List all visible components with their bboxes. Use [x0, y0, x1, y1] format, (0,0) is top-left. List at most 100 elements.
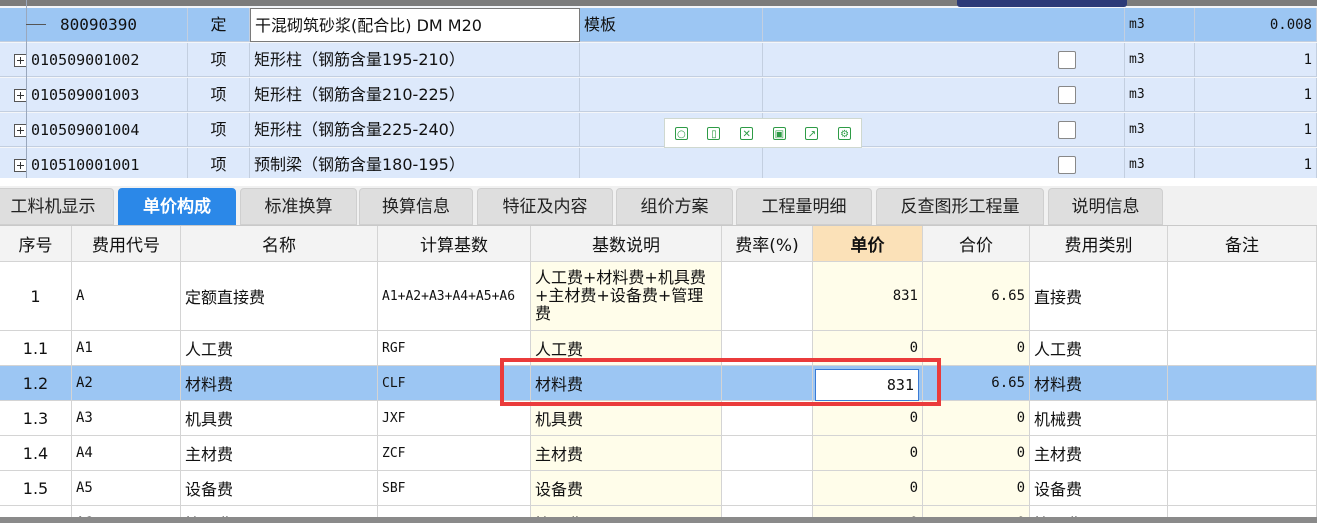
cell-name: 机具费 [181, 401, 378, 436]
item-checkbox[interactable] [1058, 156, 1076, 174]
col-header[interactable]: 费用代号 [72, 226, 181, 262]
item-spec [580, 78, 763, 112]
item-qty: 1 [1195, 148, 1317, 178]
item-code-cell: 010510001001 [0, 148, 188, 178]
cell-base: A1+A2+A3+A4+A5+A6 [378, 262, 531, 331]
cell-code: A4 [72, 436, 181, 471]
col-header[interactable]: 名称 [181, 226, 378, 262]
cell-rate [722, 436, 813, 471]
tab-conversion-info[interactable]: 换算信息 [359, 188, 473, 225]
cell-base: JXF [378, 401, 531, 436]
tab-quantity-detail[interactable]: 工程量明细 [736, 188, 872, 225]
cell-rate [722, 262, 813, 331]
item-spec [580, 148, 763, 178]
item-row[interactable]: 010509001004 项 矩形柱（钢筋含量225-240） m3 1 [0, 113, 1317, 147]
item-spec: 模板 [580, 8, 763, 42]
expand-icon[interactable]: ✕ [740, 126, 754, 140]
col-header[interactable]: 单价 [813, 226, 923, 262]
item-row[interactable]: 80090390 定 干混砌筑砂浆(配合比) DM M20 模板 m3 0.00… [0, 8, 1317, 42]
table-row[interactable]: 1.4 A4 主材费 ZCF 主材费 0 0 主材费 [0, 436, 1317, 471]
cell-seq: 1.1 [0, 331, 72, 366]
cell-base: SBF [378, 471, 531, 506]
cell-base: ZCF [378, 436, 531, 471]
cell-price[interactable]: 0 [813, 401, 923, 436]
col-header[interactable]: 基数说明 [531, 226, 722, 262]
col-header[interactable]: 费率(%) [722, 226, 813, 262]
item-type: 定 [188, 8, 250, 42]
tab-unit-price-composition[interactable]: 单价构成 [118, 188, 236, 225]
cell-rate [722, 401, 813, 436]
table-header: 序号 费用代号 名称 计算基数 基数说明 费率(%) 单价 合价 费用类别 备注 [0, 226, 1317, 262]
tab-reverse-lookup-quantity[interactable]: 反查图形工程量 [876, 188, 1044, 225]
save-icon[interactable]: ▣ [772, 126, 786, 140]
cell-name: 材料费 [181, 366, 378, 401]
search-icon[interactable]: ○ [674, 126, 688, 140]
cell-note [1168, 366, 1317, 401]
cell-category: 机械费 [1030, 401, 1168, 436]
cell-base-desc: 主材费 [531, 436, 722, 471]
cell-base-desc: 人工费+材料费+机具费+主材费+设备费+管理费 [531, 262, 722, 331]
item-unit: m3 [1125, 148, 1195, 178]
cell-code: A3 [72, 401, 181, 436]
highlight-annotation-box [500, 358, 941, 406]
item-type: 项 [188, 78, 250, 112]
tab-features-content[interactable]: 特征及内容 [477, 188, 613, 225]
cell-category: 材料费 [1030, 366, 1168, 401]
top-banner [957, 0, 1127, 7]
item-type: 项 [188, 43, 250, 77]
cell-base-desc: 设备费 [531, 471, 722, 506]
settings-icon[interactable]: ⚙ [838, 126, 852, 140]
item-blank [763, 8, 1125, 42]
tab-pricing-plan[interactable]: 组价方案 [616, 188, 733, 225]
window-bottom-strip [0, 517, 1317, 523]
item-row[interactable]: 010509001003 项 矩形柱（钢筋含量210-225） m3 1 [0, 78, 1317, 112]
export-icon[interactable]: ↗ [805, 126, 819, 140]
col-header[interactable]: 费用类别 [1030, 226, 1168, 262]
item-spec [580, 43, 763, 77]
item-unit: m3 [1125, 43, 1195, 77]
table-row[interactable]: 1 A 定额直接费 A1+A2+A3+A4+A5+A6 人工费+材料费+机具费+… [0, 262, 1317, 331]
item-type: 项 [188, 113, 250, 147]
item-code-cell: 010509001002 [0, 43, 188, 77]
cell-price[interactable]: 831 [813, 262, 923, 331]
item-code-cell: 010509001003 [0, 78, 188, 112]
item-name: 预制梁（钢筋含量180-195） [250, 148, 580, 178]
cell-seq: 1.2 [0, 366, 72, 401]
cell-total: 0 [923, 401, 1030, 436]
tree-elbow [26, 24, 46, 25]
col-header[interactable]: 计算基数 [378, 226, 531, 262]
copy-icon[interactable]: ▯ [707, 126, 721, 140]
item-checkbox[interactable] [1058, 86, 1076, 104]
cell-note [1168, 331, 1317, 366]
floating-toolbar: ○ ▯ ✕ ▣ ↗ ⚙ [664, 118, 862, 148]
cell-price[interactable]: 0 [813, 436, 923, 471]
item-code: 80090390 [0, 8, 188, 42]
tab-description-info[interactable]: 说明信息 [1048, 188, 1163, 225]
item-type: 项 [188, 148, 250, 178]
item-name: 矩形柱（钢筋含量210-225） [250, 78, 580, 112]
tab-labor-material-machine[interactable]: 工料机显示 [0, 188, 114, 225]
table-row[interactable]: 1.3 A3 机具费 JXF 机具费 0 0 机械费 [0, 401, 1317, 436]
tab-standard-conversion[interactable]: 标准换算 [240, 188, 357, 225]
cell-seq: 1.5 [0, 471, 72, 506]
cell-name: 定额直接费 [181, 262, 378, 331]
item-qty: 1 [1195, 113, 1317, 147]
cell-code: A1 [72, 331, 181, 366]
cell-rate [722, 471, 813, 506]
col-header[interactable]: 序号 [0, 226, 72, 262]
cell-seq: 1 [0, 262, 72, 331]
item-checkbox[interactable] [1058, 121, 1076, 139]
cell-seq: 1.3 [0, 401, 72, 436]
item-name-input[interactable]: 干混砌筑砂浆(配合比) DM M20 [250, 8, 580, 42]
item-qty: 1 [1195, 43, 1317, 77]
col-header[interactable]: 备注 [1168, 226, 1317, 262]
item-row[interactable]: 010510001001 项 预制梁（钢筋含量180-195） m3 1 [0, 148, 1317, 178]
item-row[interactable]: 010509001002 项 矩形柱（钢筋含量195-210） m3 1 [0, 43, 1317, 77]
col-header[interactable]: 合价 [923, 226, 1030, 262]
cell-name: 人工费 [181, 331, 378, 366]
item-checkbox[interactable] [1058, 51, 1076, 69]
table-row[interactable]: 1.5 A5 设备费 SBF 设备费 0 0 设备费 [0, 471, 1317, 506]
cell-note [1168, 436, 1317, 471]
cell-total: 6.65 [923, 262, 1030, 331]
cell-price[interactable]: 0 [813, 471, 923, 506]
